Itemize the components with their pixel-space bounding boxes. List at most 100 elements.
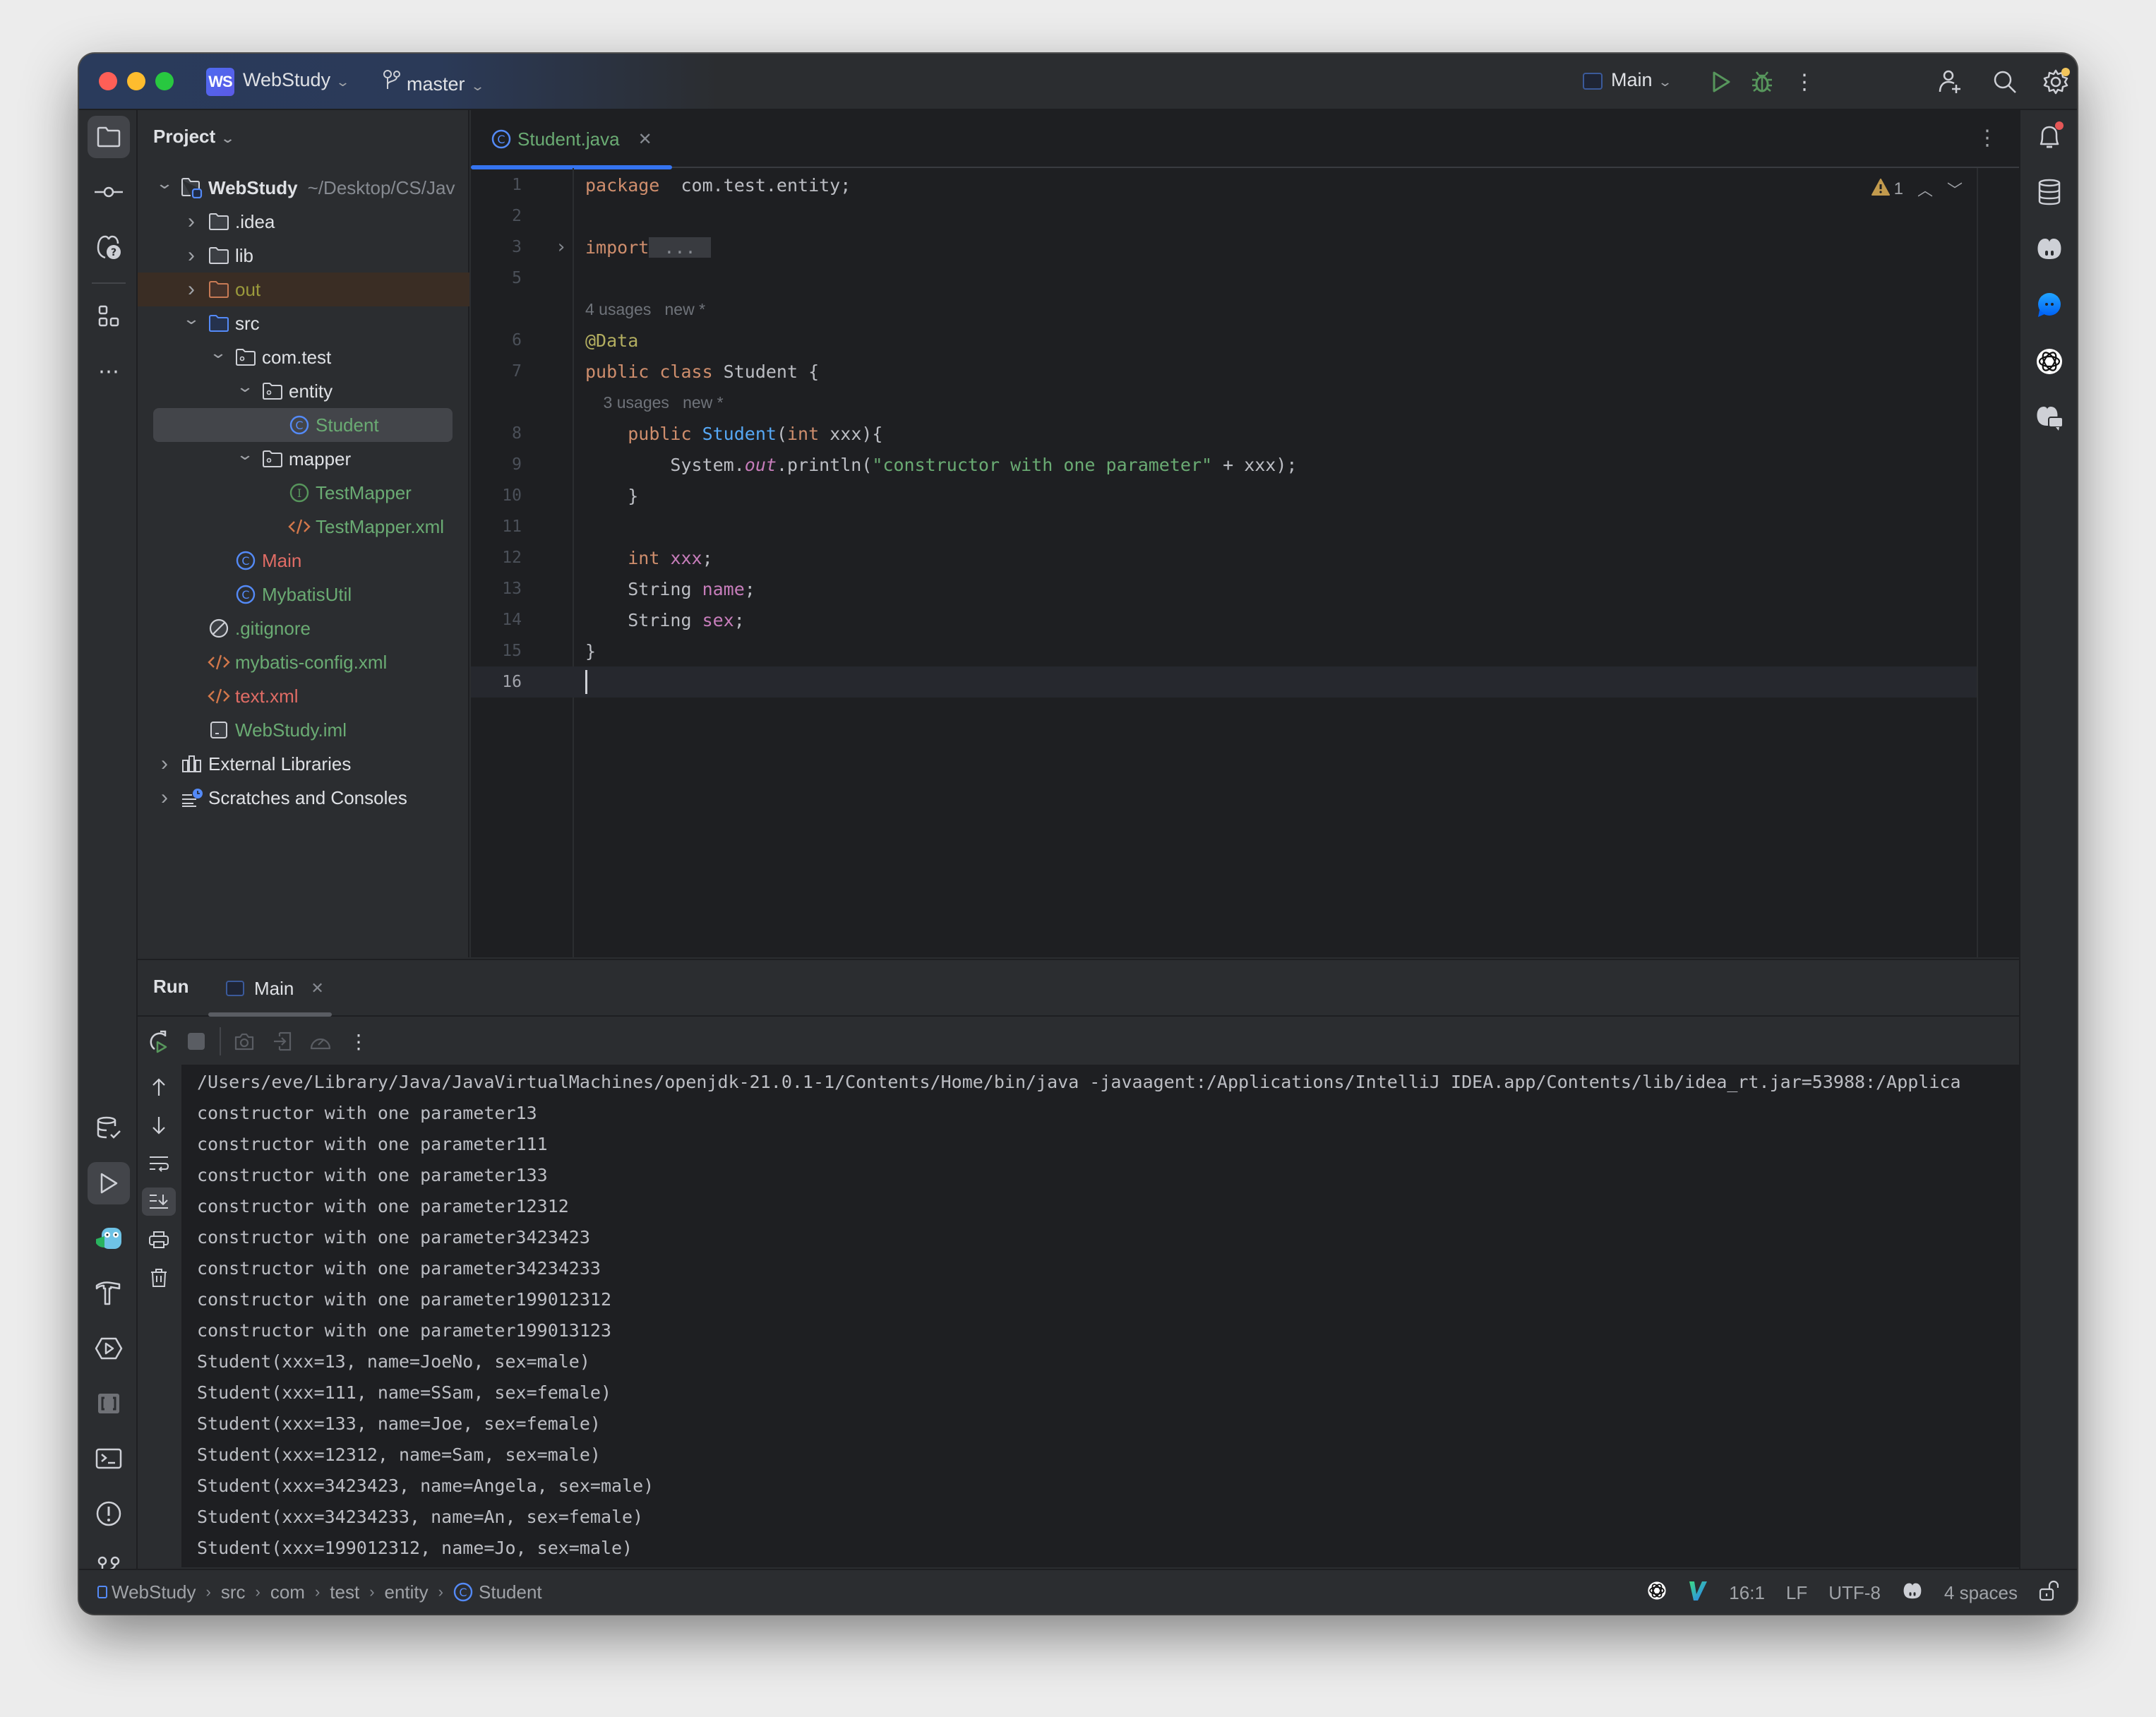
breadcrumb-item[interactable]: src <box>221 1581 246 1603</box>
tree-item[interactable]: ⌄ WebStudy ~/Desktop/CS/Jav <box>138 171 469 205</box>
project-view-selector[interactable]: Project ⌄ <box>153 126 235 148</box>
scroll-up-button[interactable] <box>142 1073 176 1101</box>
tree-item[interactable]: ⌄ com.test <box>138 340 469 374</box>
print-button[interactable] <box>142 1226 176 1254</box>
tree-item[interactable]: › out <box>138 273 469 306</box>
openai-button[interactable] <box>2028 340 2071 383</box>
openai-status-button[interactable] <box>1647 1581 1667 1605</box>
clear-all-button[interactable] <box>142 1264 176 1292</box>
tree-item[interactable]: ⌄ mapper <box>138 442 469 476</box>
tree-item[interactable]: › .idea <box>138 205 469 239</box>
scroll-to-end-button[interactable] <box>142 1187 176 1216</box>
close-tab-icon[interactable]: ✕ <box>311 979 323 998</box>
search-everywhere-button[interactable] <box>1989 66 2020 97</box>
chevron-down-icon[interactable]: ⌄ <box>206 344 230 362</box>
tab-student-java[interactable]: C Student.java ✕ <box>471 110 672 169</box>
tree-item[interactable]: C Main <box>138 544 469 578</box>
minimize-window-button[interactable] <box>127 72 145 90</box>
breadcrumb-item[interactable]: com <box>270 1581 305 1603</box>
usages-hint[interactable]: 4 usages new * <box>585 300 705 319</box>
copilot-chat-button[interactable] <box>2028 397 2071 439</box>
tree-item[interactable]: WebStudy.iml <box>138 713 469 747</box>
run-more-button[interactable]: ⋮ <box>340 1024 378 1059</box>
fold-toggle-icon[interactable]: › <box>556 237 567 258</box>
run-tool-button[interactable] <box>88 1162 130 1204</box>
indent-setting[interactable]: 4 spaces <box>1944 1582 2018 1604</box>
tree-item[interactable]: I TestMapper <box>138 476 469 510</box>
chevron-down-icon[interactable]: ⌄ <box>233 445 257 464</box>
branch-switcher[interactable]: master ⌄ <box>383 69 485 95</box>
settings-button[interactable] <box>2040 66 2071 97</box>
services-tool-button[interactable] <box>88 1327 130 1370</box>
exit-button[interactable] <box>263 1024 301 1059</box>
project-switcher[interactable]: WebStudy ⌄ <box>243 69 350 91</box>
tree-item[interactable]: text.xml <box>138 679 469 713</box>
tree-item[interactable]: ⌄ src <box>138 306 469 340</box>
folded-imports[interactable]: ... <box>649 237 711 258</box>
line-separator[interactable]: LF <box>1786 1582 1807 1604</box>
project-tool-button[interactable] <box>88 116 130 158</box>
zoom-window-button[interactable] <box>155 72 174 90</box>
dump-threads-button[interactable] <box>225 1024 263 1059</box>
chevron-right-icon[interactable]: › <box>183 244 200 268</box>
problems-tool-button[interactable] <box>88 1492 130 1535</box>
breadcrumb-item[interactable]: C Student <box>453 1581 542 1603</box>
chevron-down-icon[interactable]: ⌄ <box>233 378 257 396</box>
soft-wrap-button[interactable] <box>142 1149 176 1178</box>
chevron-right-icon[interactable]: › <box>156 752 173 776</box>
tree-item[interactable]: mybatis-config.xml <box>138 645 469 679</box>
tree-item[interactable]: .gitignore <box>138 611 469 645</box>
tree-item[interactable]: C Student <box>138 408 469 442</box>
vim-status-button[interactable] <box>1688 1580 1708 1606</box>
tree-item[interactable]: C MybatisUtil <box>138 578 469 611</box>
structure-tool-button[interactable] <box>88 295 130 337</box>
tree-item[interactable]: › External Libraries <box>138 747 469 781</box>
read-only-toggle[interactable] <box>2039 1580 2059 1606</box>
editor-tabs-more-button[interactable]: ⋮ <box>1977 126 1998 150</box>
close-tab-icon[interactable]: ✕ <box>638 129 652 150</box>
commit-tool-button[interactable] <box>88 171 130 213</box>
breadcrumb-item[interactable]: test <box>330 1581 359 1603</box>
go-plugin-button[interactable] <box>88 1217 130 1260</box>
chevron-down-icon[interactable]: ⌄ <box>152 174 176 193</box>
json-tool-button[interactable] <box>88 1382 130 1425</box>
chevron-down-icon[interactable]: ⌄ <box>179 310 203 328</box>
copilot-button[interactable] <box>2028 227 2071 270</box>
run-tab-main[interactable]: Main ✕ <box>212 960 335 1017</box>
file-encoding[interactable]: UTF-8 <box>1828 1582 1881 1604</box>
chevron-right-icon[interactable]: › <box>156 786 173 810</box>
scroll-down-button[interactable] <box>142 1111 176 1139</box>
code-with-me-button[interactable] <box>1934 66 1965 97</box>
tree-item[interactable]: › Scratches and Consoles <box>138 781 469 815</box>
breadcrumb-item[interactable]: WebStudy <box>97 1581 196 1603</box>
hammer-icon <box>95 1281 121 1305</box>
chevron-right-icon[interactable]: › <box>183 210 200 234</box>
profiler-button[interactable] <box>301 1024 340 1059</box>
stop-button[interactable] <box>177 1024 215 1059</box>
database-tool-button[interactable] <box>2028 171 2071 213</box>
more-tools-button[interactable]: ⋯ <box>88 350 130 393</box>
console-output[interactable]: /Users/eve/Library/Java/JavaVirtualMachi… <box>181 1065 2019 1567</box>
close-window-button[interactable] <box>99 72 117 90</box>
rerun-button[interactable] <box>139 1024 177 1059</box>
terminal-tool-button[interactable] <box>88 1437 130 1480</box>
tree-item[interactable]: TestMapper.xml <box>138 510 469 544</box>
chevron-right-icon[interactable]: › <box>183 277 200 301</box>
run-button[interactable] <box>1706 66 1737 97</box>
more-actions-button[interactable]: ⋮ <box>1789 66 1820 97</box>
tree-item[interactable]: › lib <box>138 239 469 273</box>
debug-button[interactable] <box>1747 66 1778 97</box>
caret-position[interactable]: 16:1 <box>1729 1582 1765 1604</box>
ai-chat-button[interactable] <box>2028 284 2071 326</box>
tree-item[interactable]: ⌄ entity <box>138 374 469 408</box>
ai-help-tool-button[interactable]: ? <box>88 226 130 268</box>
copilot-status-button[interactable] <box>1902 1581 1923 1605</box>
code-token: xxx){ <box>830 423 883 444</box>
breadcrumb-item[interactable]: entity <box>385 1581 429 1603</box>
database-changes-button[interactable] <box>88 1107 130 1149</box>
notifications-button[interactable] <box>2028 116 2071 158</box>
code-area[interactable]: 1 package com.test.entity; 2 3 › import ... 5… <box>471 168 2019 957</box>
build-tool-button[interactable] <box>88 1272 130 1315</box>
usages-hint[interactable]: 3 usages new * <box>585 393 724 412</box>
run-config-selector[interactable]: Main ⌄ <box>1583 69 1672 91</box>
